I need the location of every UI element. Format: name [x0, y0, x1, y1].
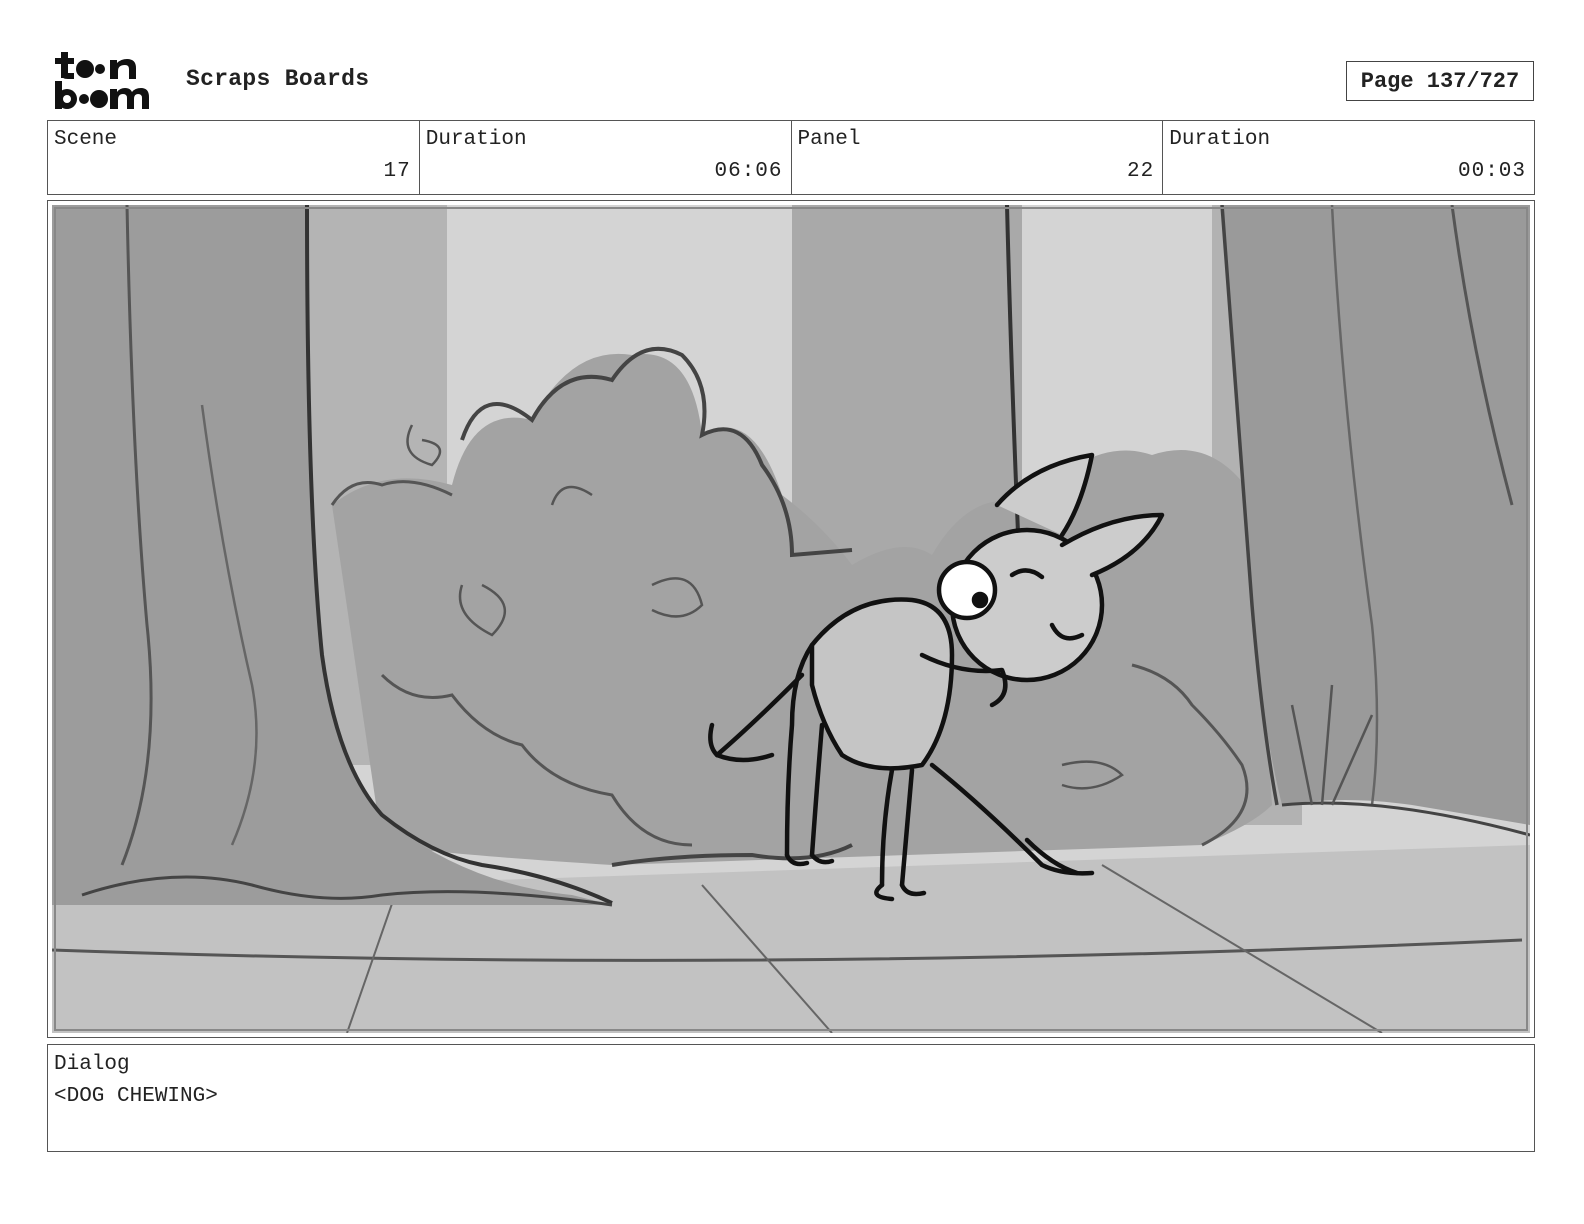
scene-cell: Scene 17 [48, 121, 420, 194]
panel-duration-value: 00:03 [1457, 160, 1526, 183]
scene-duration-label: Duration [425, 128, 527, 151]
dialog-box: Dialog <DOG CHEWING> [47, 1044, 1535, 1152]
panel-label: Panel [797, 128, 861, 151]
document-title: Scraps Boards [186, 66, 370, 92]
scene-number: 17 [383, 160, 411, 183]
scene-label: Scene [54, 128, 118, 151]
scene-duration-value: 06:06 [714, 160, 783, 183]
scene-duration-cell: Duration 06:06 [420, 121, 792, 194]
panel-info-row: Scene 17 Duration 06:06 Panel 22 Duratio… [47, 120, 1535, 195]
panel-cell: Panel 22 [792, 121, 1164, 194]
page-indicator: Page 137/727 [1346, 61, 1534, 101]
panel-drawing [52, 205, 1530, 1033]
panel-number: 22 [1127, 160, 1155, 183]
dialog-text: <DOG CHEWING> [54, 1085, 218, 1108]
panel-duration-cell: Duration 00:03 [1163, 121, 1534, 194]
dialog-label: Dialog [54, 1053, 130, 1076]
storyboard-panel [47, 200, 1535, 1038]
panel-duration-label: Duration [1169, 128, 1271, 151]
toon-boom-logo [52, 48, 164, 112]
